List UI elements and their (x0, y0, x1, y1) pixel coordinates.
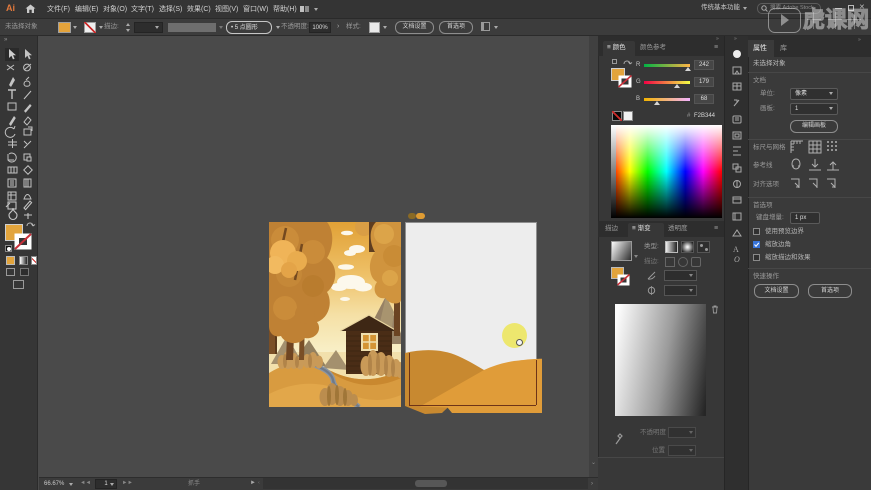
svg-text:O: O (734, 255, 740, 264)
svg-text:A: A (733, 245, 739, 254)
